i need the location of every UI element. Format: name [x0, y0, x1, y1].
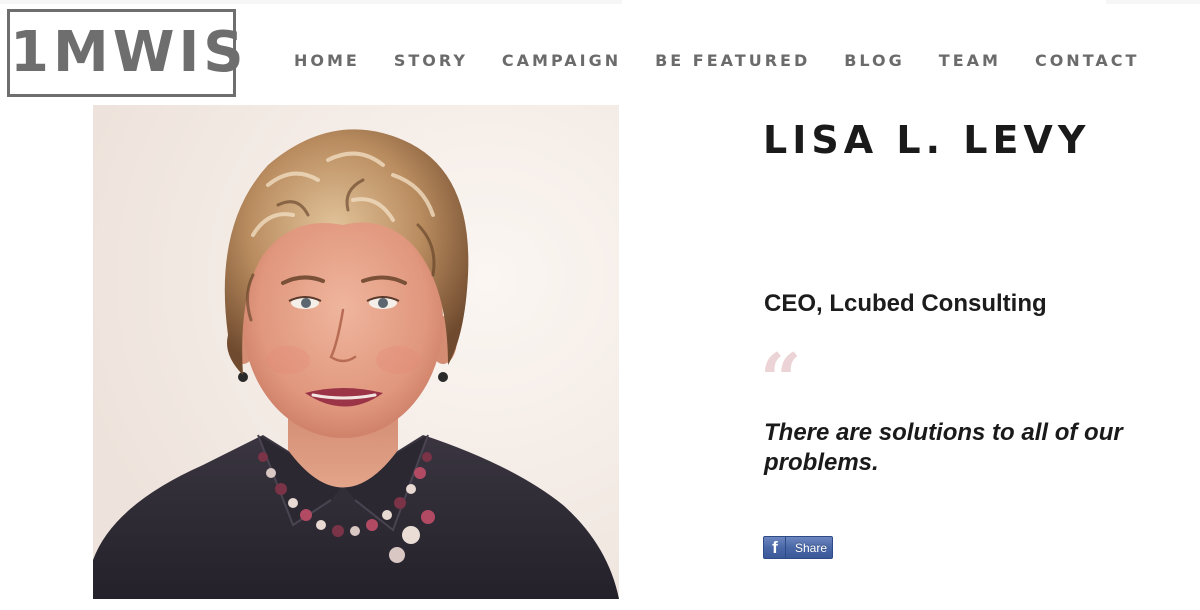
nav-item-be-featured[interactable]: BE FEATURED — [655, 51, 810, 70]
share-label: Share — [795, 540, 828, 555]
nav-item-blog[interactable]: BLOG — [844, 51, 905, 70]
profile-photo — [93, 105, 619, 599]
person-title: CEO, Lcubed Consulting — [764, 290, 1047, 317]
nav-item-contact[interactable]: CONTACT — [1035, 51, 1139, 70]
top-strip-gap — [622, 0, 1106, 4]
facebook-share-button[interactable]: f Share — [763, 536, 833, 559]
quote-mark-icon: “ — [760, 337, 802, 422]
nav-item-campaign[interactable]: CAMPAIGN — [502, 51, 621, 70]
nav-item-story[interactable]: STORY — [394, 51, 468, 70]
top-strip — [0, 0, 1200, 4]
profile-photo-illustration — [93, 105, 619, 599]
person-name: LISA L. LEVY — [763, 118, 1091, 162]
site-logo[interactable]: 1MWIS — [7, 9, 248, 97]
main-nav: HOME STORY CAMPAIGN BE FEATURED BLOG TEA… — [294, 49, 1139, 71]
facebook-icon: f — [765, 537, 786, 558]
nav-item-home[interactable]: HOME — [294, 51, 360, 70]
site-logo-text: 1MWIS — [10, 20, 248, 85]
nav-item-team[interactable]: TEAM — [939, 51, 1001, 70]
quote-text: There are solutions to all of our proble… — [764, 419, 1123, 476]
